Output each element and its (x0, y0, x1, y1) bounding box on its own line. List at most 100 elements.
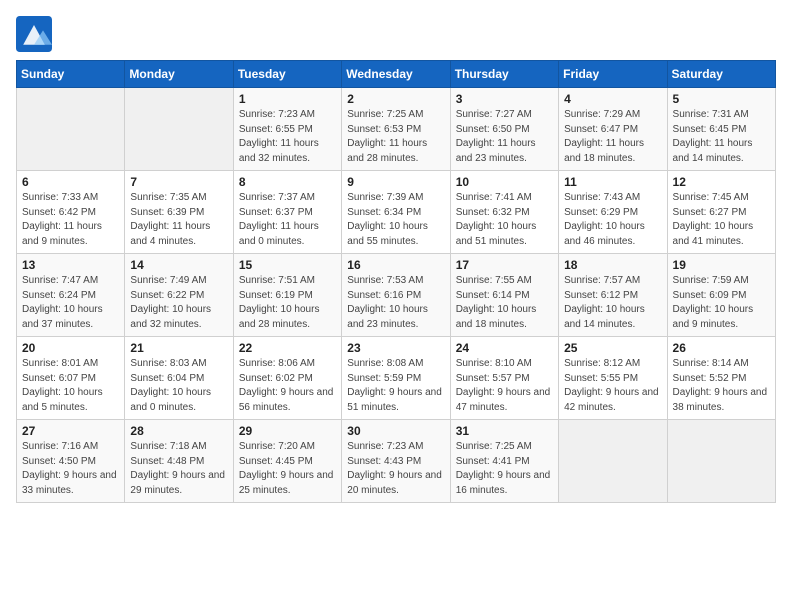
calendar-cell: 30Sunrise: 7:23 AMSunset: 4:43 PMDayligh… (342, 420, 450, 503)
cell-content: Sunrise: 7:23 AMSunset: 4:43 PMDaylight:… (347, 440, 444, 498)
day-number: 19 (673, 258, 770, 272)
day-number: 12 (673, 175, 770, 189)
cell-content: Sunrise: 7:45 AMSunset: 6:27 PMDaylight:… (673, 191, 770, 249)
calendar-cell: 25 Sunrise: 8:12 AMSunset: 5:55 PMDayligh… (559, 337, 667, 420)
weekday-header: Wednesday (342, 61, 450, 88)
day-number: 2 (347, 92, 444, 106)
cell-content: Sunrise: 7:25 AMSunset: 6:53 PMDaylight:… (347, 108, 444, 166)
calendar-cell: 28Sunrise: 7:18 AMSunset: 4:48 PMDayligh… (125, 420, 233, 503)
calendar-cell: 2 Sunrise: 7:25 AMSunset: 6:53 PMDaylight… (342, 88, 450, 171)
calendar-cell: 9 Sunrise: 7:39 AMSunset: 6:34 PMDaylight… (342, 171, 450, 254)
calendar-cell: 26 Sunrise: 8:14 AMSunset: 5:52 PMDayligh… (667, 337, 775, 420)
logo-icon (16, 16, 52, 52)
cell-content: Sunrise: 7:51 AMSunset: 6:19 PMDaylight:… (239, 274, 336, 332)
calendar-cell (667, 420, 775, 503)
cell-content: Sunrise: 7:35 AMSunset: 6:39 PMDaylight:… (130, 191, 227, 249)
logo (16, 16, 56, 52)
weekday-header: Monday (125, 61, 233, 88)
calendar-cell: 13 Sunrise: 7:47 AMSunset: 6:24 PMDayligh… (17, 254, 125, 337)
day-number: 13 (22, 258, 119, 272)
day-number: 7 (130, 175, 227, 189)
cell-content: Sunrise: 7:33 AMSunset: 6:42 PMDaylight:… (22, 191, 119, 249)
day-number: 29 (239, 424, 336, 438)
cell-content: Sunrise: 7:25 AMSunset: 4:41 PMDaylight:… (456, 440, 553, 498)
day-number: 25 (564, 341, 661, 355)
cell-content: Sunrise: 7:39 AMSunset: 6:34 PMDaylight:… (347, 191, 444, 249)
calendar-cell: 10 Sunrise: 7:41 AMSunset: 6:32 PMDayligh… (450, 171, 558, 254)
weekday-header: Sunday (17, 61, 125, 88)
cell-content: Sunrise: 7:16 AMSunset: 4:50 PMDaylight:… (22, 440, 119, 498)
calendar-cell: 15 Sunrise: 7:51 AMSunset: 6:19 PMDayligh… (233, 254, 341, 337)
weekday-header: Saturday (667, 61, 775, 88)
cell-content: Sunrise: 8:06 AMSunset: 6:02 PMDaylight:… (239, 357, 336, 415)
day-number: 22 (239, 341, 336, 355)
cell-content: Sunrise: 8:01 AMSunset: 6:07 PMDaylight:… (22, 357, 119, 415)
calendar-cell: 21 Sunrise: 8:03 AMSunset: 6:04 PMDayligh… (125, 337, 233, 420)
calendar-cell: 17Sunrise: 7:55 AMSunset: 6:14 PMDayligh… (450, 254, 558, 337)
calendar-cell: 5 Sunrise: 7:31 AMSunset: 6:45 PMDaylight… (667, 88, 775, 171)
calendar-cell: 24 Sunrise: 8:10 AMSunset: 5:57 PMDayligh… (450, 337, 558, 420)
calendar-cell: 29 Sunrise: 7:20 AMSunset: 4:45 PMDayligh… (233, 420, 341, 503)
day-number: 8 (239, 175, 336, 189)
cell-content: Sunrise: 7:41 AMSunset: 6:32 PMDaylight:… (456, 191, 553, 249)
calendar-cell: 14 Sunrise: 7:49 AMSunset: 6:22 PMDayligh… (125, 254, 233, 337)
day-number: 1 (239, 92, 336, 106)
day-number: 27 (22, 424, 119, 438)
calendar-cell: 8 Sunrise: 7:37 AMSunset: 6:37 PMDaylight… (233, 171, 341, 254)
day-number: 5 (673, 92, 770, 106)
cell-content: Sunrise: 8:10 AMSunset: 5:57 PMDaylight:… (456, 357, 553, 415)
day-number: 31 (456, 424, 553, 438)
day-number: 17 (456, 258, 553, 272)
calendar-cell (559, 420, 667, 503)
day-number: 23 (347, 341, 444, 355)
cell-content: Sunrise: 7:43 AMSunset: 6:29 PMDaylight:… (564, 191, 661, 249)
day-number: 9 (347, 175, 444, 189)
cell-content: Sunrise: 8:08 AMSunset: 5:59 PMDaylight:… (347, 357, 444, 415)
cell-content: Sunrise: 8:14 AMSunset: 5:52 PMDaylight:… (673, 357, 770, 415)
calendar-cell: 18 Sunrise: 7:57 AMSunset: 6:12 PMDayligh… (559, 254, 667, 337)
calendar-cell: 1Sunrise: 7:23 AMSunset: 6:55 PMDaylight… (233, 88, 341, 171)
weekday-header: Tuesday (233, 61, 341, 88)
calendar-cell: 7 Sunrise: 7:35 AMSunset: 6:39 PMDaylight… (125, 171, 233, 254)
day-number: 24 (456, 341, 553, 355)
day-number: 18 (564, 258, 661, 272)
calendar-cell (17, 88, 125, 171)
calendar-week-row: 1Sunrise: 7:23 AMSunset: 6:55 PMDaylight… (17, 88, 776, 171)
day-number: 3 (456, 92, 553, 106)
day-number: 11 (564, 175, 661, 189)
calendar-table: SundayMondayTuesdayWednesdayThursdayFrid… (16, 60, 776, 503)
calendar-cell: 4 Sunrise: 7:29 AMSunset: 6:47 PMDaylight… (559, 88, 667, 171)
calendar-cell: 31 Sunrise: 7:25 AMSunset: 4:41 PMDayligh… (450, 420, 558, 503)
day-number: 26 (673, 341, 770, 355)
cell-content: Sunrise: 7:37 AMSunset: 6:37 PMDaylight:… (239, 191, 336, 249)
calendar-cell: 20 Sunrise: 8:01 AMSunset: 6:07 PMDayligh… (17, 337, 125, 420)
cell-content: Sunrise: 7:47 AMSunset: 6:24 PMDaylight:… (22, 274, 119, 332)
calendar-cell: 16 Sunrise: 7:53 AMSunset: 6:16 PMDayligh… (342, 254, 450, 337)
cell-content: Sunrise: 7:53 AMSunset: 6:16 PMDaylight:… (347, 274, 444, 332)
weekday-header: Friday (559, 61, 667, 88)
cell-content: Sunrise: 7:29 AMSunset: 6:47 PMDaylight:… (564, 108, 661, 166)
cell-content: Sunrise: 7:31 AMSunset: 6:45 PMDaylight:… (673, 108, 770, 166)
cell-content: Sunrise: 7:57 AMSunset: 6:12 PMDaylight:… (564, 274, 661, 332)
calendar-cell: 12 Sunrise: 7:45 AMSunset: 6:27 PMDayligh… (667, 171, 775, 254)
calendar-week-row: 20 Sunrise: 8:01 AMSunset: 6:07 PMDayligh… (17, 337, 776, 420)
cell-content: Sunrise: 8:12 AMSunset: 5:55 PMDaylight:… (564, 357, 661, 415)
cell-content: Sunrise: 7:49 AMSunset: 6:22 PMDaylight:… (130, 274, 227, 332)
day-number: 10 (456, 175, 553, 189)
cell-content: Sunrise: 7:20 AMSunset: 4:45 PMDaylight:… (239, 440, 336, 498)
day-number: 16 (347, 258, 444, 272)
calendar-cell: 27 Sunrise: 7:16 AMSunset: 4:50 PMDayligh… (17, 420, 125, 503)
calendar-week-row: 6Sunrise: 7:33 AMSunset: 6:42 PMDaylight… (17, 171, 776, 254)
day-number: 14 (130, 258, 227, 272)
cell-content: Sunrise: 7:59 AMSunset: 6:09 PMDaylight:… (673, 274, 770, 332)
calendar-cell: 19 Sunrise: 7:59 AMSunset: 6:09 PMDayligh… (667, 254, 775, 337)
weekday-header: Thursday (450, 61, 558, 88)
cell-content: Sunrise: 7:18 AMSunset: 4:48 PMDaylight:… (130, 440, 227, 498)
day-number: 4 (564, 92, 661, 106)
day-number: 15 (239, 258, 336, 272)
day-number: 20 (22, 341, 119, 355)
calendar-cell (125, 88, 233, 171)
cell-content: Sunrise: 8:03 AMSunset: 6:04 PMDaylight:… (130, 357, 227, 415)
day-number: 21 (130, 341, 227, 355)
calendar-cell: 22 Sunrise: 8:06 AMSunset: 6:02 PMDayligh… (233, 337, 341, 420)
